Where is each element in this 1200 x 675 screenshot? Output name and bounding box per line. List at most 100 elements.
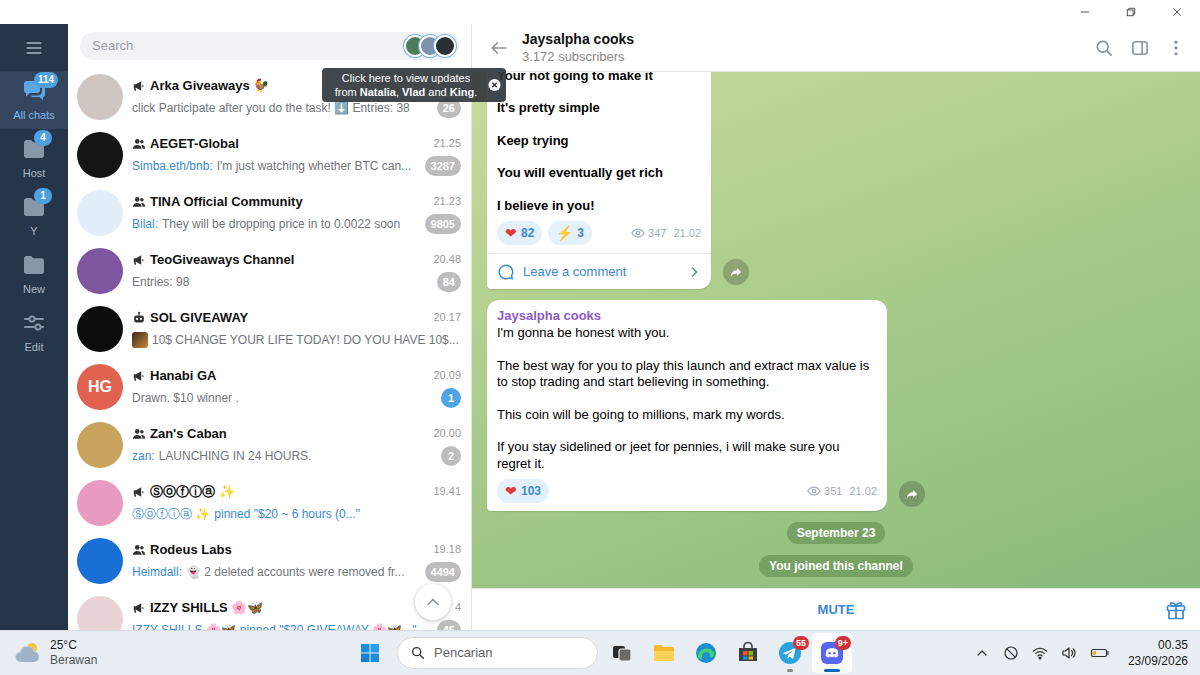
folder-item[interactable]: New: [0, 245, 68, 303]
weather-widget[interactable]: 25°CBerawan: [0, 637, 352, 669]
comment-button[interactable]: Leave a comment: [487, 253, 711, 289]
chat-panel: Jaysalpha cooks3.172 subscribers Your not…: [472, 24, 1200, 630]
explorer-icon: [652, 641, 676, 665]
chat-title-row: SOL GIVEAWAY20.17: [132, 309, 461, 327]
taskbar-app[interactable]: [728, 633, 768, 673]
reaction-emoji: ❤: [505, 484, 517, 498]
chat-rows: Arka Giveaways 🐓click Participate after …: [68, 68, 471, 630]
message-paragraph: I believe in you!: [497, 198, 701, 215]
start-button[interactable]: [352, 633, 388, 673]
megaphone-icon: [132, 369, 146, 383]
restore-icon: [1126, 7, 1136, 17]
search-input[interactable]: [92, 36, 398, 56]
more-button[interactable]: [1158, 30, 1194, 66]
chat-avatar[interactable]: [77, 132, 123, 178]
taskbar-app[interactable]: 55: [770, 633, 810, 673]
folder-label: Edit: [25, 341, 44, 354]
story-avatars[interactable]: [404, 35, 456, 57]
taskbar-search-input[interactable]: [434, 643, 585, 663]
scroll-up-button[interactable]: [415, 584, 451, 620]
message-time: 21.02: [673, 225, 701, 242]
chat-title: Jaysalpha cooks: [522, 30, 634, 48]
chat-row[interactable]: TINA Official Community21.23Bilal:They w…: [68, 184, 471, 242]
chat-name: Arka Giveaways 🐓: [150, 76, 269, 96]
chat-row[interactable]: HGHanabi GA20.09Drawn. $10 winner .1: [68, 358, 471, 416]
search-button[interactable]: [1086, 30, 1122, 66]
back-button[interactable]: [488, 37, 510, 59]
unread-badge: 3287: [425, 156, 461, 176]
gift-button[interactable]: [1164, 598, 1188, 622]
group-icon: [132, 195, 146, 209]
chat-header-title[interactable]: Jaysalpha cooks3.172 subscribers: [522, 30, 634, 65]
reaction-pill[interactable]: ⚡3: [548, 221, 592, 245]
story-avatar[interactable]: [434, 35, 456, 57]
folder-item[interactable]: 114All chats: [0, 71, 68, 129]
chat-avatar[interactable]: [77, 596, 123, 630]
chat-avatar[interactable]: HG: [77, 364, 123, 410]
reaction-count: 103: [521, 482, 541, 500]
message-bubble: Jaysalpha cooksI'm gonna be honest with …: [487, 300, 887, 511]
chat-name: Ⓢⓞⓕⓘⓐ ✨: [150, 482, 235, 502]
close-icon: [488, 79, 501, 92]
chat-avatar[interactable]: [77, 538, 123, 584]
mute-button[interactable]: MUTE: [818, 600, 855, 620]
taskbar-app[interactable]: [644, 633, 684, 673]
chat-row-body: Rodeus Labs19.18Heimdall:👻 2 deleted acc…: [132, 541, 461, 582]
preview-sender: Ⓢⓞⓕⓘⓐ ✨: [132, 505, 210, 523]
taskbar-search[interactable]: [397, 637, 598, 669]
forward-button[interactable]: [899, 481, 925, 507]
chat-avatar[interactable]: [77, 480, 123, 526]
chat-preview-row: Drawn. $10 winner .1: [132, 388, 461, 408]
taskbar-app[interactable]: 9+: [812, 633, 852, 673]
chat-row[interactable]: IZZY SHILLS 🌸🦋4IZZY SHILLS 🌸🦋pinned "$20…: [68, 590, 471, 630]
chat-row[interactable]: AEGET-Global21.25Simba.eth/bnb:I'm just …: [68, 126, 471, 184]
chat-row[interactable]: SOL GIVEAWAY20.17 10$ CHANGE YOUR LIFE TO…: [68, 300, 471, 358]
tooltip-close-button[interactable]: [488, 79, 501, 92]
chat-preview: IZZY SHILLS 🌸🦋pinned "$20 GIVEAWAY 🌸🦋...…: [132, 621, 431, 631]
forward-button[interactable]: [723, 259, 749, 285]
taskbar: 25°CBerawan 559+ 00.3523/09/2026: [0, 630, 1200, 675]
taskbar-app[interactable]: [602, 633, 642, 673]
message-bubble: Your not going to make itIt's pretty sim…: [487, 72, 711, 289]
chat-avatar[interactable]: [77, 74, 123, 120]
reaction-pill[interactable]: ❤ 103: [497, 479, 549, 503]
preview-text: Entries: 98: [132, 273, 189, 291]
chat-row[interactable]: Rodeus Labs19.18Heimdall:👻 2 deleted acc…: [68, 532, 471, 590]
preview-sender: zan:: [132, 447, 155, 465]
preview-text: 10$ CHANGE YOUR LIFE TODAY! DO YOU HAVE …: [152, 331, 459, 349]
chat-row-body: Ⓢⓞⓕⓘⓐ ✨19.41Ⓢⓞⓕⓘⓐ ✨pinned "$20 ~ 6 hours…: [132, 483, 461, 524]
chat-title-row: TeoGiveaways Channel20.48: [132, 251, 461, 269]
menu-button[interactable]: [0, 24, 68, 71]
chat-preview: Drawn. $10 winner .: [132, 389, 435, 407]
restore-button[interactable]: [1108, 0, 1154, 24]
sidebar-button[interactable]: [1122, 30, 1158, 66]
folder-icon: [22, 254, 46, 276]
taskbar-badge: 55: [793, 636, 809, 650]
minimize-button[interactable]: [1062, 0, 1108, 24]
search-row: [68, 24, 471, 68]
megaphone-icon: [132, 601, 146, 615]
chat-row[interactable]: Ⓢⓞⓕⓘⓐ ✨19.41Ⓢⓞⓕⓘⓐ ✨pinned "$20 ~ 6 hours…: [68, 474, 471, 532]
chat-avatar[interactable]: [77, 248, 123, 294]
stories-tooltip: Click here to view updates from Natalia,…: [322, 68, 506, 102]
unread-badge: 2: [441, 446, 461, 466]
chat-avatar[interactable]: [77, 422, 123, 468]
tooltip-part: ,: [396, 86, 402, 98]
chat-name: Hanabi GA: [150, 366, 216, 386]
close-button[interactable]: [1154, 0, 1200, 24]
folder-item[interactable]: 1Y: [0, 187, 68, 245]
folder-item[interactable]: 4Host: [0, 129, 68, 187]
taskbar-app[interactable]: [686, 633, 726, 673]
chat-avatar[interactable]: [77, 306, 123, 352]
chat-row[interactable]: Zan's Caban20.00zan:LAUNCHING IN 24 HOUR…: [68, 416, 471, 474]
reaction-pill[interactable]: ❤82: [497, 221, 542, 245]
clock[interactable]: 00.3523/09/2026: [1128, 637, 1200, 669]
folder-item[interactable]: Edit: [0, 303, 68, 361]
message-paragraph: If you stay sidelined or jeet for pennie…: [497, 439, 877, 472]
folder-label: Y: [30, 225, 37, 238]
search-field[interactable]: [80, 32, 459, 60]
chat-row[interactable]: TeoGiveaways Channel20.48Entries: 9884: [68, 242, 471, 300]
chat-name: TeoGiveaways Channel: [150, 250, 294, 270]
chat-title-row: AEGET-Global21.25: [132, 135, 461, 153]
chat-avatar[interactable]: [77, 190, 123, 236]
